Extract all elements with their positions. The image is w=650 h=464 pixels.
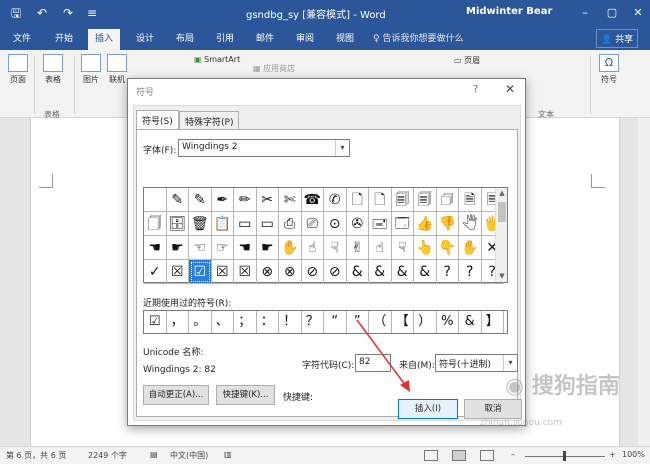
watermark-logo: ◉ 搜狗指南 xyxy=(505,368,620,400)
watermark-url: zhinan.sogou.com xyxy=(480,418,562,428)
watermark-text: 搜狗指南 xyxy=(531,374,620,399)
watermark-icon: ◉ xyxy=(505,374,525,399)
